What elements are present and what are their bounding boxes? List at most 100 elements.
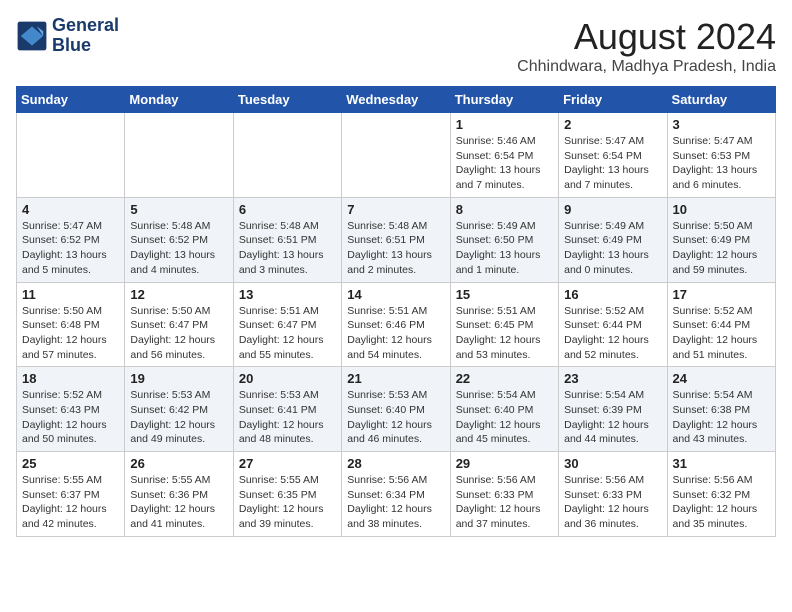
logo-icon [16,20,48,52]
calendar-day-cell: 7 Sunrise: 5:48 AM Sunset: 6:51 PM Daylig… [342,197,450,282]
calendar-day-cell [342,113,450,198]
day-number: 22 [456,371,553,386]
calendar-day-cell: 19 Sunrise: 5:53 AM Sunset: 6:42 PM Dayli… [125,367,233,452]
day-info: Sunrise: 5:50 AM Sunset: 6:47 PM Dayligh… [130,304,227,363]
calendar-day-cell [233,113,341,198]
weekday-header-cell: Tuesday [233,87,341,113]
day-number: 18 [22,371,119,386]
calendar-day-cell: 4Sunrise: 5:47 AM Sunset: 6:52 PM Daylig… [17,197,125,282]
location-title: Chhindwara, Madhya Pradesh, India [517,58,776,76]
day-info: Sunrise: 5:52 AM Sunset: 6:44 PM Dayligh… [673,304,770,363]
day-number: 21 [347,371,444,386]
calendar-day-cell: 31Sunrise: 5:56 AM Sunset: 6:32 PM Dayli… [667,452,775,537]
day-number: 14 [347,287,444,302]
calendar-day-cell: 26 Sunrise: 5:55 AM Sunset: 6:36 PM Dayli… [125,452,233,537]
day-info: Sunrise: 5:52 AM Sunset: 6:43 PM Dayligh… [22,388,119,447]
day-number: 28 [347,456,444,471]
calendar-day-cell: 22 Sunrise: 5:54 AM Sunset: 6:40 PM Dayli… [450,367,558,452]
day-info: Sunrise: 5:54 AM Sunset: 6:38 PM Dayligh… [673,388,770,447]
calendar-day-cell: 6 Sunrise: 5:48 AM Sunset: 6:51 PM Daylig… [233,197,341,282]
logo: General Blue [16,16,119,56]
weekday-header-cell: Thursday [450,87,558,113]
day-info: Sunrise: 5:50 AM Sunset: 6:49 PM Dayligh… [673,219,770,278]
calendar-day-cell: 27Sunrise: 5:55 AM Sunset: 6:35 PM Dayli… [233,452,341,537]
day-number: 9 [564,202,661,217]
calendar-day-cell: 29 Sunrise: 5:56 AM Sunset: 6:33 PM Dayli… [450,452,558,537]
day-info: Sunrise: 5:49 AM Sunset: 6:50 PM Dayligh… [456,219,553,278]
day-number: 17 [673,287,770,302]
day-info: Sunrise: 5:49 AM Sunset: 6:49 PM Dayligh… [564,219,661,278]
day-info: Sunrise: 5:54 AM Sunset: 6:40 PM Dayligh… [456,388,553,447]
day-number: 6 [239,202,336,217]
calendar-day-cell: 1Sunrise: 5:46 AM Sunset: 6:54 PM Daylig… [450,113,558,198]
calendar-day-cell: 18 Sunrise: 5:52 AM Sunset: 6:43 PM Dayli… [17,367,125,452]
day-info: Sunrise: 5:51 AM Sunset: 6:47 PM Dayligh… [239,304,336,363]
logo-text: General Blue [52,16,119,56]
day-number: 7 [347,202,444,217]
day-number: 24 [673,371,770,386]
title-block: August 2024 Chhindwara, Madhya Pradesh, … [517,16,776,76]
day-number: 15 [456,287,553,302]
calendar-day-cell [125,113,233,198]
day-info: Sunrise: 5:52 AM Sunset: 6:44 PM Dayligh… [564,304,661,363]
day-info: Sunrise: 5:56 AM Sunset: 6:32 PM Dayligh… [673,473,770,532]
day-number: 3 [673,117,770,132]
calendar-day-cell: 30 Sunrise: 5:56 AM Sunset: 6:33 PM Dayli… [559,452,667,537]
calendar-day-cell: 5 Sunrise: 5:48 AM Sunset: 6:52 PM Daylig… [125,197,233,282]
day-info: Sunrise: 5:53 AM Sunset: 6:42 PM Dayligh… [130,388,227,447]
day-number: 13 [239,287,336,302]
day-info: Sunrise: 5:55 AM Sunset: 6:36 PM Dayligh… [130,473,227,532]
calendar-week-row: 25Sunrise: 5:55 AM Sunset: 6:37 PM Dayli… [17,452,776,537]
day-number: 29 [456,456,553,471]
day-number: 23 [564,371,661,386]
day-number: 4 [22,202,119,217]
day-info: Sunrise: 5:46 AM Sunset: 6:54 PM Dayligh… [456,134,553,193]
calendar-table: SundayMondayTuesdayWednesdayThursdayFrid… [16,86,776,537]
day-info: Sunrise: 5:56 AM Sunset: 6:34 PM Dayligh… [347,473,444,532]
day-info: Sunrise: 5:48 AM Sunset: 6:51 PM Dayligh… [347,219,444,278]
calendar-week-row: 18 Sunrise: 5:52 AM Sunset: 6:43 PM Dayli… [17,367,776,452]
weekday-header-cell: Wednesday [342,87,450,113]
calendar-day-cell: 11Sunrise: 5:50 AM Sunset: 6:48 PM Dayli… [17,282,125,367]
calendar-day-cell: 10 Sunrise: 5:50 AM Sunset: 6:49 PM Dayli… [667,197,775,282]
calendar-day-cell: 17 Sunrise: 5:52 AM Sunset: 6:44 PM Dayli… [667,282,775,367]
day-info: Sunrise: 5:56 AM Sunset: 6:33 PM Dayligh… [456,473,553,532]
calendar-day-cell: 28 Sunrise: 5:56 AM Sunset: 6:34 PM Dayli… [342,452,450,537]
calendar-day-cell: 13 Sunrise: 5:51 AM Sunset: 6:47 PM Dayli… [233,282,341,367]
calendar-day-cell: 24 Sunrise: 5:54 AM Sunset: 6:38 PM Dayli… [667,367,775,452]
weekday-header-cell: Monday [125,87,233,113]
day-number: 27 [239,456,336,471]
weekday-header-cell: Friday [559,87,667,113]
day-info: Sunrise: 5:51 AM Sunset: 6:46 PM Dayligh… [347,304,444,363]
day-info: Sunrise: 5:47 AM Sunset: 6:53 PM Dayligh… [673,134,770,193]
calendar-day-cell [17,113,125,198]
calendar-week-row: 4Sunrise: 5:47 AM Sunset: 6:52 PM Daylig… [17,197,776,282]
day-number: 16 [564,287,661,302]
calendar-day-cell: 3 Sunrise: 5:47 AM Sunset: 6:53 PM Daylig… [667,113,775,198]
day-info: Sunrise: 5:56 AM Sunset: 6:33 PM Dayligh… [564,473,661,532]
day-number: 10 [673,202,770,217]
calendar-day-cell: 15Sunrise: 5:51 AM Sunset: 6:45 PM Dayli… [450,282,558,367]
calendar-day-cell: 25Sunrise: 5:55 AM Sunset: 6:37 PM Dayli… [17,452,125,537]
calendar-day-cell: 16 Sunrise: 5:52 AM Sunset: 6:44 PM Dayli… [559,282,667,367]
calendar-week-row: 1Sunrise: 5:46 AM Sunset: 6:54 PM Daylig… [17,113,776,198]
day-number: 20 [239,371,336,386]
day-number: 30 [564,456,661,471]
day-info: Sunrise: 5:54 AM Sunset: 6:39 PM Dayligh… [564,388,661,447]
calendar-day-cell: 21Sunrise: 5:53 AM Sunset: 6:40 PM Dayli… [342,367,450,452]
day-info: Sunrise: 5:53 AM Sunset: 6:41 PM Dayligh… [239,388,336,447]
calendar-day-cell: 2Sunrise: 5:47 AM Sunset: 6:54 PM Daylig… [559,113,667,198]
day-number: 8 [456,202,553,217]
weekday-header-cell: Sunday [17,87,125,113]
calendar-day-cell: 9 Sunrise: 5:49 AM Sunset: 6:49 PM Daylig… [559,197,667,282]
day-number: 5 [130,202,227,217]
weekday-header-cell: Saturday [667,87,775,113]
day-number: 26 [130,456,227,471]
day-number: 19 [130,371,227,386]
month-title: August 2024 [517,16,776,58]
calendar-week-row: 11Sunrise: 5:50 AM Sunset: 6:48 PM Dayli… [17,282,776,367]
day-info: Sunrise: 5:50 AM Sunset: 6:48 PM Dayligh… [22,304,119,363]
day-info: Sunrise: 5:48 AM Sunset: 6:52 PM Dayligh… [130,219,227,278]
day-number: 2 [564,117,661,132]
day-info: Sunrise: 5:48 AM Sunset: 6:51 PM Dayligh… [239,219,336,278]
